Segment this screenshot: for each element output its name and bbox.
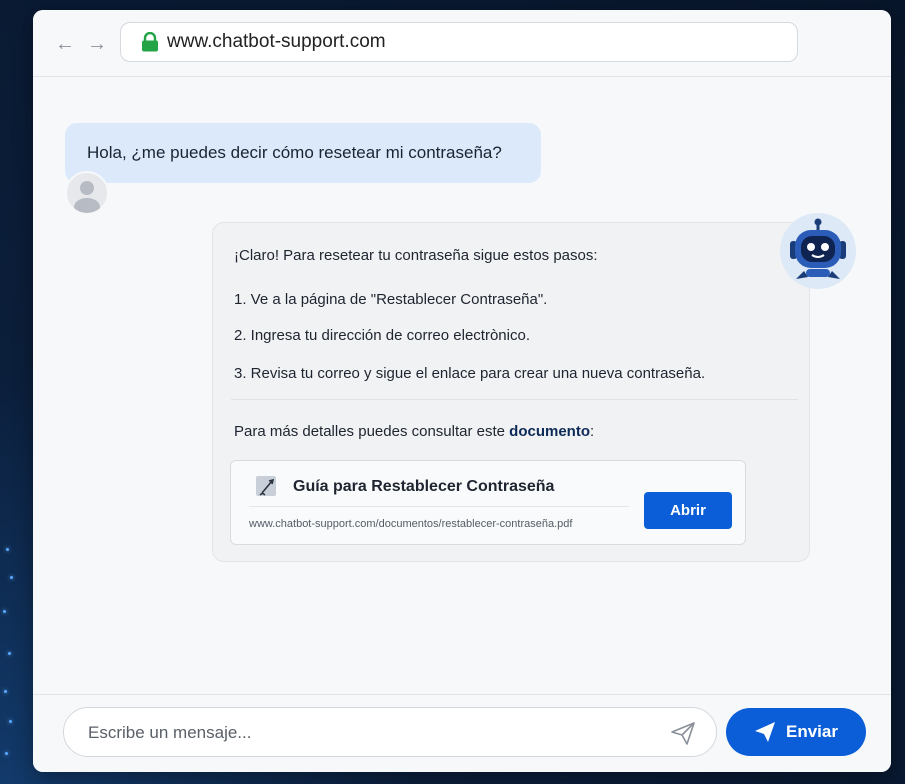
details-document-link[interactable]: documento — [509, 423, 590, 440]
document-link-icon — [256, 476, 276, 496]
details-suffix: : — [590, 423, 595, 440]
lock-icon — [142, 32, 158, 52]
send-button-label: Enviar — [786, 722, 838, 741]
background-dots — [0, 520, 30, 784]
arrow-left-icon[interactable]: ← — [55, 34, 75, 54]
user-message-bubble: Hola, ¿me puedes decir cómo resetear mi … — [65, 123, 541, 183]
url-text: www.chatbot-support.com — [167, 31, 386, 52]
message-input-wrapper[interactable] — [63, 707, 717, 757]
document-title: Guía para Restablecer Contraseña — [293, 478, 555, 495]
arrow-right-icon[interactable]: → — [87, 34, 107, 54]
composer-bar: Enviar — [33, 694, 891, 772]
details-prefix: Para más detalles puedes consultar este — [234, 423, 510, 440]
chat-area: Hola, ¿me puedes decir cómo resetear mi … — [33, 76, 891, 694]
document-card: Guía para Restablecer Contraseña www.cha… — [230, 460, 746, 545]
address-bar[interactable]: www.chatbot-support.com — [120, 22, 798, 62]
send-icon — [755, 722, 775, 742]
bot-step-3: 3. Revisa tu correo y sigue el enlace pa… — [234, 365, 706, 382]
document-url[interactable]: www.chatbot-support.com/documentos/resta… — [249, 518, 572, 530]
user-avatar-icon — [65, 171, 109, 215]
send-button[interactable]: Enviar — [726, 708, 866, 756]
message-input[interactable] — [86, 720, 650, 746]
paper-plane-icon[interactable] — [670, 720, 696, 746]
document-separator — [249, 506, 629, 507]
bot-message-card: ¡Claro! Para resetear tu contraseña sigu… — [212, 222, 810, 562]
user-message-text: Hola, ¿me puedes decir cómo resetear mi … — [87, 143, 502, 162]
browser-window: ← → www.chatbot-support.com Hola, ¿me pu… — [33, 10, 891, 772]
bot-step-2: 2. Ingresa tu dirección de correo electr… — [234, 327, 530, 344]
bot-details-text: Para más detalles puedes consultar este … — [234, 423, 594, 440]
bot-avatar-icon — [780, 213, 856, 289]
browser-toolbar: ← → www.chatbot-support.com — [33, 10, 891, 77]
bot-step-1: 1. Ve a la página de "Restablecer Contra… — [234, 291, 548, 308]
nav-arrows: ← → — [55, 34, 107, 54]
bot-divider — [231, 399, 798, 400]
bot-intro-text: ¡Claro! Para resetear tu contraseña sigu… — [234, 247, 598, 264]
open-document-button[interactable]: Abrir — [644, 492, 732, 529]
